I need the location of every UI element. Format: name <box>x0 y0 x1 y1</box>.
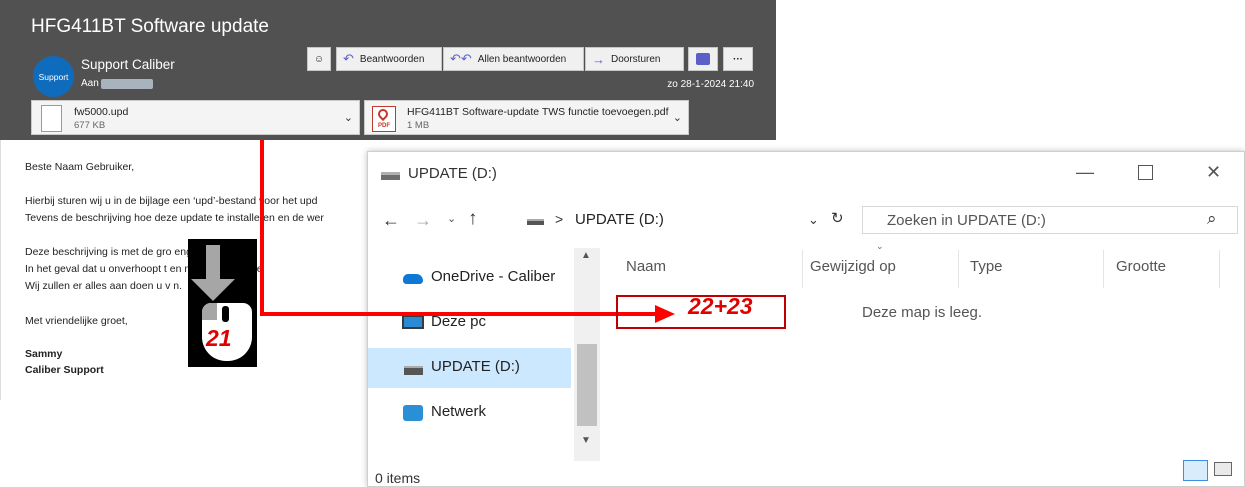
breadcrumb[interactable]: UPDATE (D:) <box>575 211 664 228</box>
column-header-size[interactable]: Grootte <box>1116 258 1166 275</box>
reply-button[interactable]: ↶ Beantwoorden <box>336 47 442 71</box>
column-divider[interactable] <box>802 250 803 288</box>
column-header-type[interactable]: Type <box>970 258 1003 275</box>
down-arrow-icon <box>206 245 220 279</box>
avatar: Support <box>33 56 74 97</box>
sort-indicator-icon: ⌄ <box>876 241 884 251</box>
details-view-icon[interactable] <box>1183 460 1208 481</box>
scroll-down-icon[interactable]: ▼ <box>581 435 591 446</box>
attachment-pdf[interactable]: PDF HFG411BT Software-update TWS functie… <box>364 100 689 135</box>
window-title: UPDATE (D:) <box>408 165 497 182</box>
chevron-down-icon[interactable]: ⌄ <box>673 111 682 124</box>
breadcrumb-separator: > <box>555 211 564 227</box>
close-button[interactable]: ✕ <box>1206 162 1221 183</box>
forward-button[interactable]: → Doorsturen <box>585 47 684 71</box>
drag-instruction-overlay: 21 <box>188 239 257 367</box>
search-icon[interactable]: ⌕ <box>1207 209 1217 229</box>
body-greeting: Beste Naam Gebruiker, <box>25 161 135 173</box>
attachment-size: 677 KB <box>74 120 106 131</box>
scroll-up-icon[interactable]: ▲ <box>581 250 591 261</box>
cloud-icon <box>403 274 423 284</box>
nav-item-label: OneDrive - Caliber <box>431 268 556 285</box>
column-header-date[interactable]: Gewijzigd op <box>810 258 896 275</box>
address-dropdown-icon[interactable]: ⌄ <box>808 212 819 228</box>
reply-all-icon: ↶↶ <box>450 51 472 66</box>
attachment-upd[interactable]: fw5000.upd 677 KB ⌄ <box>31 100 360 135</box>
attachment-size: 1 MB <box>407 120 430 131</box>
recipient-label: Aan <box>81 78 99 89</box>
emoji-reaction-button[interactable]: ☺ <box>307 47 331 71</box>
search-input[interactable]: Zoeken in UPDATE (D:) ⌕ <box>862 206 1238 234</box>
nav-item-network[interactable]: Netwerk <box>368 393 571 433</box>
signature-name: Sammy <box>25 348 63 360</box>
empty-folder-message: Deze map is leeg. <box>862 304 983 321</box>
attachment-name: HFG411BT Software-update TWS functie toe… <box>407 106 669 118</box>
column-header-name[interactable]: Naam <box>626 258 666 275</box>
scrollbar-thumb[interactable] <box>577 344 597 426</box>
nav-item-update-drive[interactable]: UPDATE (D:) <box>368 348 571 388</box>
mouse-left-button-icon <box>202 303 217 320</box>
more-actions-button[interactable]: ··· <box>723 47 753 71</box>
nav-scrollbar[interactable]: ▲ ▼ <box>574 248 600 461</box>
body-closing: Met vriendelijke groet, <box>25 315 128 327</box>
body-text: Wij zullen er alles aan doen u v n. <box>25 280 183 292</box>
back-arrow-icon[interactable]: ← <box>382 210 400 231</box>
drag-path-horizontal <box>260 312 655 316</box>
file-icon <box>41 105 62 132</box>
drive-icon <box>404 366 423 375</box>
email-header: HFG411BT Software update Support Support… <box>0 0 776 140</box>
up-arrow-icon[interactable]: ↑ <box>468 208 478 230</box>
address-bar[interactable]: > UPDATE (D:) <box>515 207 840 235</box>
column-divider[interactable] <box>958 250 959 288</box>
step-label-drag: 21 <box>206 325 232 351</box>
forward-icon: → <box>592 51 605 67</box>
smiley-icon: ☺ <box>313 53 325 65</box>
mouse-wheel-icon <box>222 306 229 322</box>
minimize-button[interactable]: — <box>1076 162 1094 183</box>
forward-label: Doorsturen <box>611 53 661 65</box>
email-subject: HFG411BT Software update <box>31 16 269 37</box>
computer-icon <box>402 315 424 329</box>
reply-icon: ↶ <box>343 51 354 66</box>
step-label-drop: 22+23 <box>688 293 753 319</box>
maximize-button[interactable] <box>1138 165 1153 180</box>
body-text: Hierbij sturen wij u in de bijlage een ‘… <box>25 195 318 207</box>
reply-all-label: Allen beantwoorden <box>477 53 567 65</box>
body-text: Tevens de beschrijving hoe deze update t… <box>25 212 324 224</box>
forward-arrow-icon[interactable]: → <box>414 210 432 231</box>
pdf-icon: PDF <box>372 106 396 132</box>
nav-item-label: Netwerk <box>431 403 487 420</box>
column-divider[interactable] <box>1219 250 1220 288</box>
recent-locations-chevron-icon[interactable]: ⌄ <box>447 212 456 225</box>
signature-team: Caliber Support <box>25 364 104 376</box>
reply-all-button[interactable]: ↶↶ Allen beantwoorden <box>443 47 584 71</box>
nav-item-onedrive[interactable]: OneDrive - Caliber <box>368 258 571 298</box>
down-arrow-head <box>191 279 235 301</box>
status-item-count: 0 items <box>375 470 421 486</box>
recipient-redacted <box>101 79 153 89</box>
teams-icon <box>696 53 710 65</box>
teams-button[interactable] <box>688 47 718 71</box>
attachment-name: fw5000.upd <box>74 106 129 118</box>
drive-icon <box>381 172 400 180</box>
reply-label: Beantwoorden <box>359 53 425 65</box>
drag-path-vertical <box>260 140 264 316</box>
nav-item-label: UPDATE (D:) <box>431 358 520 375</box>
search-placeholder: Zoeken in UPDATE (D:) <box>887 212 1046 229</box>
network-icon <box>403 405 423 421</box>
refresh-icon[interactable]: ↻ <box>831 209 844 227</box>
email-date: zo 28-1-2024 21:40 <box>667 79 754 90</box>
large-icons-view-icon[interactable] <box>1214 462 1232 476</box>
file-explorer-window: UPDATE (D:) — ✕ ← → ⌄ ↑ > UPDATE (D:) ⌄ … <box>367 151 1245 487</box>
nav-item-this-pc[interactable]: Deze pc <box>368 303 571 343</box>
drive-icon <box>527 219 544 225</box>
column-divider[interactable] <box>1103 250 1104 288</box>
sender-name[interactable]: Support Caliber <box>81 57 175 72</box>
chevron-down-icon[interactable]: ⌄ <box>344 111 353 124</box>
